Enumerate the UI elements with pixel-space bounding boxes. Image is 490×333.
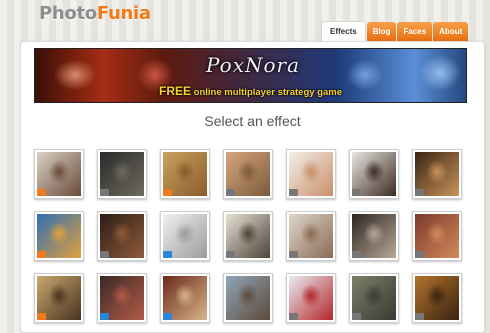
effect-type-badge-icon (226, 313, 235, 320)
effect-type-badge-icon (415, 189, 424, 196)
page-heading: Select an effect (204, 113, 301, 129)
logo-part-funia: Funia (96, 3, 151, 24)
effect-type-badge-icon (163, 189, 172, 196)
effect-retro-tv[interactable] (160, 273, 210, 323)
effect-gold-frame[interactable] (412, 273, 462, 323)
effect-type-badge-icon (415, 251, 424, 258)
effect-lady-portrait[interactable] (349, 211, 399, 261)
effect-type-badge-icon (37, 189, 46, 196)
banner-brand: PoxNora (206, 53, 300, 77)
effect-chalkboard-woman[interactable] (223, 211, 273, 261)
tab-faces[interactable]: Faces (397, 22, 433, 41)
main-nav-tabs: Effects Blog Faces About (321, 21, 469, 42)
effect-type-badge-icon (226, 251, 235, 258)
effect-red-carpet[interactable] (97, 273, 147, 323)
tab-effects[interactable]: Effects (321, 21, 366, 42)
effect-hand-photo[interactable] (349, 149, 399, 199)
banner-free: FREE (158, 84, 191, 98)
tab-blog[interactable]: Blog (366, 22, 397, 41)
effect-type-badge-icon (163, 313, 172, 320)
effect-dark-woman[interactable] (97, 149, 147, 199)
effect-wanted-poster[interactable] (34, 273, 84, 323)
effect-pencil-sketch[interactable] (160, 211, 210, 261)
effect-fire-poster[interactable] (34, 211, 84, 261)
effect-type-badge-icon (352, 251, 361, 258)
photofunia-logo[interactable]: PhotoFunia (39, 3, 151, 24)
content-panel: PoxNora FREE online multiplayer strategy… (20, 41, 485, 333)
effect-type-badge-icon (289, 189, 298, 196)
effect-type-badge-icon (226, 189, 235, 196)
effect-zombie[interactable] (349, 273, 399, 323)
effect-vintage-stamps[interactable] (160, 149, 210, 199)
effect-office-frames[interactable] (34, 149, 84, 199)
effect-gallery-hall[interactable] (223, 149, 273, 199)
effect-type-badge-icon (37, 251, 46, 258)
effect-type-badge-icon (100, 189, 109, 196)
logo-part-photo: Photo (39, 3, 97, 24)
effect-type-badge-icon (352, 313, 361, 320)
banner-tagline-text: online multiplayer strategy game (193, 87, 342, 98)
poxnora-ad-banner[interactable]: PoxNora FREE online multiplayer strategy… (34, 48, 467, 103)
effect-type-badge-icon (415, 313, 424, 320)
effect-exhibition[interactable] (286, 211, 336, 261)
effect-type-badge-icon (289, 251, 298, 258)
effect-type-badge-icon (289, 313, 298, 320)
effect-fence-lock[interactable] (412, 211, 462, 261)
effect-cupid[interactable] (286, 149, 336, 199)
effect-type-badge-icon (163, 251, 172, 258)
banner-tagline: FREE online multiplayer strategy game (35, 84, 466, 98)
effect-tv-frame[interactable] (412, 149, 462, 199)
effect-type-badge-icon (100, 251, 109, 258)
effect-hockey-player[interactable] (286, 273, 336, 323)
effect-type-badge-icon (352, 189, 361, 196)
effect-type-badge-icon (100, 313, 109, 320)
effect-dark-faces[interactable] (97, 211, 147, 261)
tab-about[interactable]: About (433, 22, 469, 41)
effect-street-building[interactable] (223, 273, 273, 323)
effect-type-badge-icon (37, 313, 46, 320)
